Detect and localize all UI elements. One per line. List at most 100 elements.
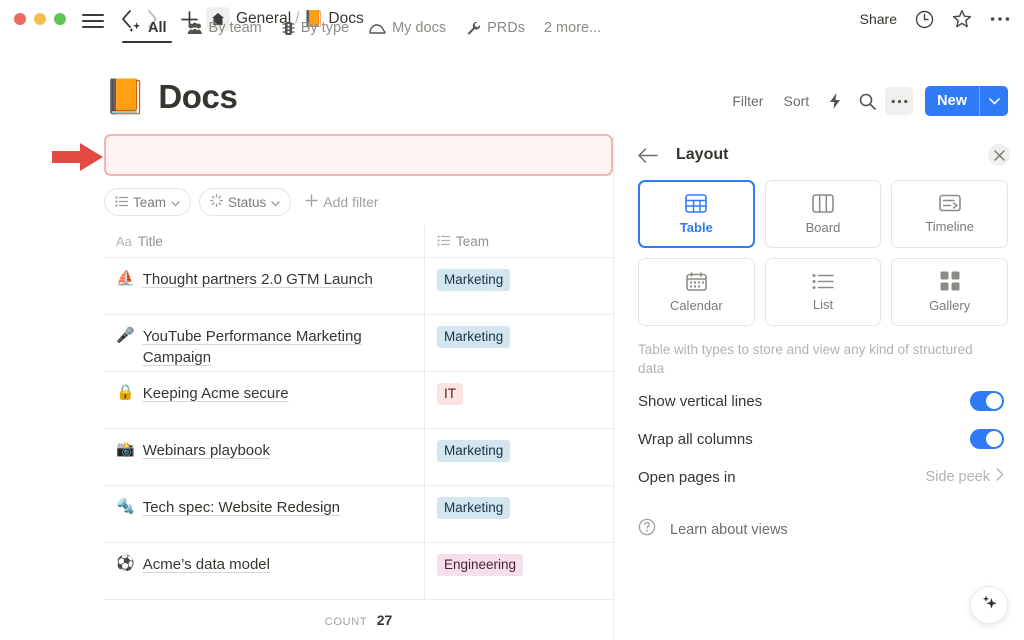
close-window-button[interactable] [14,13,26,25]
layout-option-board[interactable]: Board [765,180,882,248]
view-tabs: All By team By type My docs PRDs 2 [104,0,609,44]
panel-title: Layout [676,146,728,164]
table-cell-team[interactable]: Marketing [424,486,613,542]
gallery-icon [940,271,960,291]
table-row[interactable]: 🎤 YouTube Performance Marketing Campaign… [104,315,613,372]
setting-show-vertical-lines[interactable]: Show vertical lines [614,386,1024,416]
table-cell-team[interactable]: Marketing [424,429,613,485]
learn-about-views-label: Learn about views [670,522,788,538]
toggle-show-vertical-lines[interactable] [970,391,1004,411]
count-label: COUNT [325,616,368,628]
table-cell-title[interactable]: 📸 Webinars playbook [104,429,424,485]
window-controls [14,13,66,25]
table-column-team[interactable]: Team [424,226,613,257]
view-tab-prds[interactable]: PRDs [457,16,534,44]
layout-option-gallery[interactable]: Gallery [891,258,1008,326]
ai-assistant-button[interactable] [970,586,1008,624]
layout-option-label: List [813,297,833,312]
view-tab-label: By type [301,20,349,36]
row-emoji-icon: 🎤 [116,326,135,346]
view-tab-label: All [148,20,167,36]
view-tab-all[interactable]: All [118,16,176,44]
status-icon [210,194,223,210]
row-title-text[interactable]: Tech spec: Website Redesign [143,497,340,518]
maximize-window-button[interactable] [54,13,66,25]
table-cell-title[interactable]: ⛵ Thought partners 2.0 GTM Launch [104,258,424,314]
people-icon [187,22,203,35]
filter-chip-status[interactable]: Status [199,188,291,216]
row-title-text[interactable]: Thought partners 2.0 GTM Launch [143,269,373,290]
table-column-label: Team [456,234,489,249]
toggle-wrap-all-columns[interactable] [970,429,1004,449]
view-tab-by-type[interactable]: By type [273,16,358,44]
minimize-window-button[interactable] [34,13,46,25]
sparkles-icon [127,21,142,36]
filter-chip-team[interactable]: Team [104,188,191,216]
search-icon[interactable] [853,87,881,115]
table-cell-team[interactable]: IT [424,372,613,428]
row-title-text[interactable]: Acme’s data model [143,554,270,575]
setting-wrap-all-columns[interactable]: Wrap all columns [614,424,1024,454]
sort-button[interactable]: Sort [775,88,817,114]
view-tab-label: My docs [392,20,446,36]
view-tab-by-team[interactable]: By team [178,16,271,44]
sidebar-toggle-icon[interactable] [82,10,104,28]
chevron-down-icon[interactable] [980,86,1008,116]
filter-button[interactable]: Filter [724,88,771,114]
arrow-annotation [50,140,106,179]
table-header-row: Aa Title Team [104,226,613,258]
lightning-icon[interactable] [821,87,849,115]
toggle-knob [986,393,1002,409]
layout-option-label: Table [680,220,713,235]
table-count-row[interactable]: COUNT 27 [104,612,613,630]
view-tab-label: By team [209,20,262,36]
timeline-icon [939,194,961,212]
chevron-right-icon[interactable] [996,468,1004,486]
calendar-icon [686,272,707,291]
new-button[interactable]: New [925,86,1008,116]
setting-label: Show vertical lines [638,393,762,410]
setting-open-pages-in[interactable]: Open pages in Side peek [614,462,1024,492]
table-cell-team[interactable]: Marketing [424,258,613,314]
list-icon [812,273,834,290]
learn-about-views-row[interactable]: Learn about views [614,518,1024,541]
row-title-text[interactable]: Webinars playbook [143,440,270,461]
row-title-text[interactable]: YouTube Performance Marketing Campaign [143,326,412,368]
cloud-icon [369,22,386,34]
layout-option-calendar[interactable]: Calendar [638,258,755,326]
table-cell-title[interactable]: 🔩 Tech spec: Website Redesign [104,486,424,542]
row-emoji-icon: ⚽ [116,554,135,574]
arrow-left-icon[interactable] [638,148,658,163]
add-filter-button[interactable]: Add filter [305,194,378,210]
page-title-text[interactable]: Docs [158,78,237,116]
table-cell-title[interactable]: 🎤 YouTube Performance Marketing Campaign [104,315,424,371]
more-horizontal-icon[interactable] [885,87,913,115]
table-column-title[interactable]: Aa Title [104,226,424,257]
row-title-text[interactable]: Keeping Acme secure [143,383,289,404]
toggle-knob [986,431,1002,447]
table-cell-title[interactable]: 🔒 Keeping Acme secure [104,372,424,428]
view-tabs-more-button[interactable]: 2 more... [536,16,609,44]
table-row[interactable]: 🔩 Tech spec: Website Redesign Marketing [104,486,613,543]
layout-option-timeline[interactable]: Timeline [891,180,1008,248]
layout-option-list[interactable]: List [765,258,882,326]
layout-description: Table with types to store and view any k… [614,326,1024,378]
filter-chip-label: Team [133,195,166,210]
view-tab-my-docs[interactable]: My docs [360,16,455,44]
row-emoji-icon: 🔒 [116,383,135,403]
table-cell-title[interactable]: ⚽ Acme’s data model [104,543,424,599]
view-tab-label: PRDs [487,20,525,36]
table-row[interactable]: 🔒 Keeping Acme secure IT [104,372,613,429]
app-window: General / 📙 Docs Share 📙 Docs All [0,0,1024,640]
close-icon[interactable] [988,144,1010,166]
list-icon [115,195,128,210]
table-row[interactable]: ⛵ Thought partners 2.0 GTM Launch Market… [104,258,613,315]
layout-option-table[interactable]: Table [638,180,755,248]
table-row[interactable]: 📸 Webinars playbook Marketing [104,429,613,486]
table-row[interactable]: ⚽ Acme’s data model Engineering [104,543,613,600]
row-emoji-icon: ⛵ [116,269,135,289]
table-cell-team[interactable]: Engineering [424,543,613,599]
question-circle-icon [638,518,656,541]
team-tag: Marketing [437,269,510,291]
table-cell-team[interactable]: Marketing [424,315,613,371]
